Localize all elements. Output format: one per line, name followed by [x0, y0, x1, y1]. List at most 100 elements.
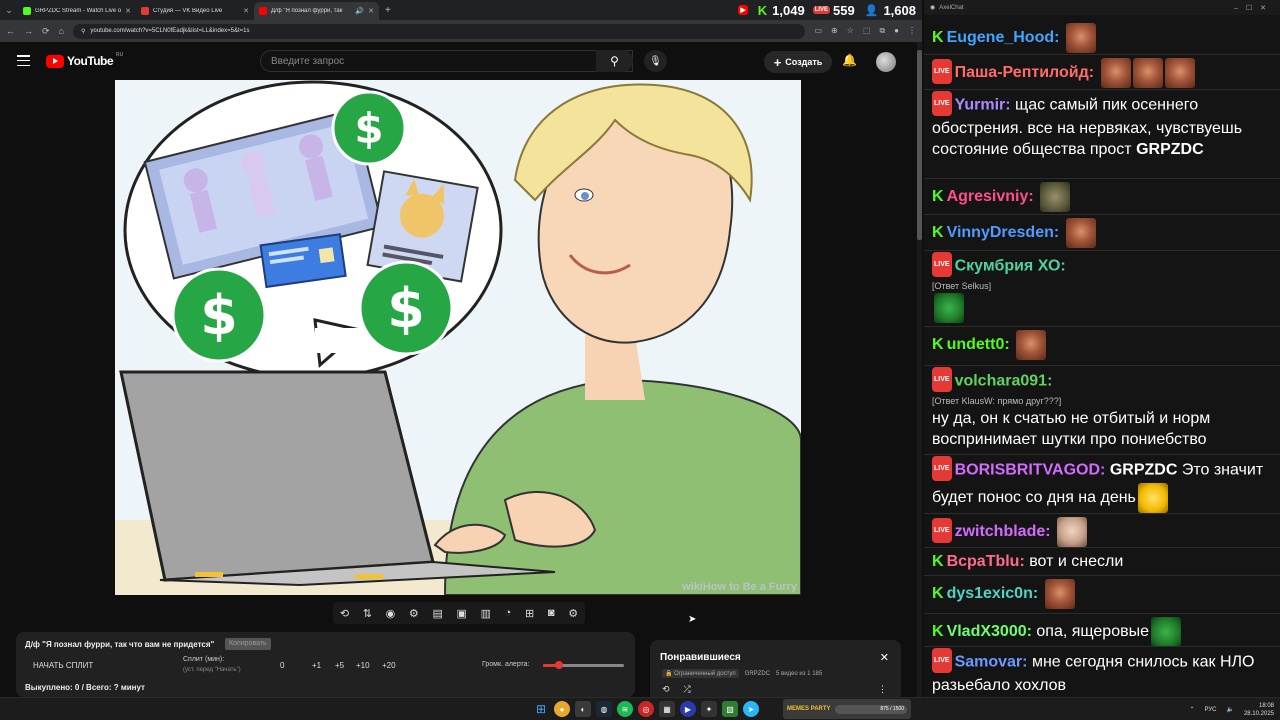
close-icon[interactable]: ✕: [880, 651, 889, 664]
alert-volume-knob[interactable]: [555, 661, 564, 669]
profile-icon[interactable]: ●: [894, 26, 899, 36]
close-icon[interactable]: ✕: [368, 7, 374, 15]
menu-icon[interactable]: ⋮: [908, 26, 916, 36]
youtube-icon: ▶: [738, 5, 748, 15]
zoom-icon[interactable]: ⊕: [831, 26, 838, 36]
tab-bar: ⌄ GRPZDC Stream - Watch Live o ✕ Студия …: [0, 0, 922, 20]
search-input[interactable]: Введите запрос: [260, 50, 633, 72]
memes-party-widget[interactable]: MEMES PARTY 875 / 1500: [783, 699, 911, 719]
scrollbar-thumb[interactable]: [917, 50, 922, 240]
sort-icon[interactable]: ⇅: [363, 607, 372, 620]
memes-party-progress: 875 / 1500: [834, 704, 907, 714]
chat-message: LIVE Паша-Рептилойд:: [932, 58, 1277, 88]
window-controls[interactable]: –☐✕: [1234, 4, 1274, 12]
chat-username[interactable]: zwitchblade:: [955, 523, 1051, 540]
split-step-10-button[interactable]: +10: [356, 661, 370, 670]
chat-username[interactable]: volchara091:: [955, 373, 1053, 390]
face-emote-icon: [1065, 218, 1096, 248]
chat-username[interactable]: undett0:: [947, 336, 1010, 353]
tab-youtube[interactable]: Д/ф "Я познал фурри, так 🔊 ✕: [254, 2, 379, 20]
chat-username[interactable]: VladX3000:: [947, 623, 1032, 640]
tab-list-icon[interactable]: ⌄: [0, 0, 18, 20]
clock[interactable]: 18:08 28.10.2025: [1244, 702, 1274, 718]
start-menu-icon[interactable]: ⊞: [533, 701, 549, 717]
volume-icon[interactable]: 🔈: [1226, 706, 1233, 713]
youtube-logo[interactable]: YouTube RU: [46, 52, 123, 68]
picture-in-picture-icon[interactable]: ▣: [457, 607, 467, 620]
chat-divider: [924, 454, 1280, 455]
forward-icon[interactable]: →: [24, 26, 33, 36]
alert-volume-slider[interactable]: [543, 661, 624, 669]
start-split-button[interactable]: НАЧАТЬ СПЛИТ: [33, 661, 93, 670]
speed-icon[interactable]: ◔: [505, 607, 512, 619]
tab-vk[interactable]: Студия — VK Видео Live ✕: [136, 2, 254, 20]
chat-message: LIVE zwitchblade:: [932, 517, 1277, 547]
split-step-5-button[interactable]: +5: [335, 661, 344, 670]
playlist-channel[interactable]: GRPZDC: [745, 671, 770, 677]
split-step-20-button[interactable]: +20: [382, 661, 396, 670]
liked-playlist-panel: Понравившиеся ✕ 🔒 Ограниченный доступ GR…: [650, 640, 901, 697]
split-step-1-button[interactable]: +1: [312, 661, 321, 670]
clapper-icon[interactable]: ▤: [432, 607, 442, 620]
tray-overflow-icon[interactable]: ⌃: [1189, 706, 1194, 713]
split-minutes-value[interactable]: 0: [280, 661, 284, 670]
loop-icon[interactable]: ⟲: [662, 684, 670, 695]
voice-search-button[interactable]: 🎙: [644, 50, 667, 72]
obs-icon[interactable]: ◎: [638, 701, 654, 717]
tab-kick[interactable]: GRPZDC Stream - Watch Live o ✕: [18, 2, 136, 20]
create-button[interactable]: + Создать: [764, 51, 832, 73]
face-emote-icon: [1016, 330, 1047, 360]
app-icon[interactable]: ▧: [722, 701, 738, 717]
back-icon[interactable]: ←: [6, 26, 15, 36]
cast-icon[interactable]: ▭: [814, 26, 822, 36]
copy-button[interactable]: Копировать: [225, 638, 271, 650]
page-scrollbar[interactable]: [917, 42, 922, 697]
home-icon[interactable]: ⌂: [59, 26, 64, 36]
chrome-icon[interactable]: ●: [554, 701, 570, 717]
bookmark-icon[interactable]: ☆: [847, 26, 854, 36]
new-tab-button[interactable]: +: [385, 5, 391, 16]
extensions-icon[interactable]: ⧉: [879, 26, 885, 36]
chat-username[interactable]: Eugene_Hood:: [947, 29, 1060, 46]
notifications-bell-icon[interactable]: 🔔: [842, 53, 857, 67]
telegram-icon[interactable]: ➤: [743, 701, 759, 717]
gear-icon[interactable]: ⚙: [568, 607, 578, 620]
site-info-icon[interactable]: ⚲: [81, 28, 85, 35]
more-icon[interactable]: ⋮: [878, 684, 887, 695]
chat-username[interactable]: Паша-Рептилойд:: [955, 64, 1095, 81]
close-icon[interactable]: ✕: [125, 7, 131, 15]
chat-username[interactable]: Скумбрия ХО:: [955, 258, 1066, 275]
screenshot-icon[interactable]: ◙: [548, 607, 555, 619]
settings-video-icon[interactable]: ⚙: [409, 607, 419, 620]
reload-icon[interactable]: ⟳: [42, 26, 50, 37]
account-avatar[interactable]: [876, 52, 896, 72]
chat-username[interactable]: dys1exic0n:: [947, 585, 1039, 602]
extension-icon[interactable]: ⬚: [863, 26, 871, 36]
add-icon[interactable]: ⊞: [525, 607, 534, 620]
chat-username[interactable]: BORISBRITVAGOD:: [955, 462, 1106, 479]
chat-username[interactable]: Samovar:: [955, 654, 1028, 671]
language-indicator[interactable]: РУС: [1204, 707, 1216, 713]
address-bar[interactable]: ⚲ youtube.com/watch?v=5CLN0fEadjk&list=L…: [72, 23, 806, 39]
loop-icon[interactable]: ⟲: [340, 607, 349, 620]
close-icon[interactable]: ✕: [243, 7, 249, 15]
plus-icon: +: [773, 54, 782, 70]
audio-wave-icon[interactable]: ◉: [386, 607, 396, 620]
video-player[interactable]: $ $ $ wikiHow to Be a Furry: [115, 80, 801, 595]
chat-username[interactable]: BcpaTblu:: [947, 553, 1025, 570]
audio-icon[interactable]: 🔊: [355, 7, 364, 15]
chat-divider: [924, 547, 1280, 548]
film-icon[interactable]: ▥: [481, 607, 491, 620]
steam-icon[interactable]: ◍: [596, 701, 612, 717]
spotify-icon[interactable]: ≋: [617, 701, 633, 717]
media-icon[interactable]: ▦: [659, 701, 675, 717]
chat-username[interactable]: VinnyDresden:: [947, 224, 1060, 241]
tool-icon[interactable]: ✦: [701, 701, 717, 717]
player-icon[interactable]: ▶: [680, 701, 696, 717]
search-button[interactable]: ⚲: [596, 50, 633, 72]
hamburger-menu-icon[interactable]: [17, 55, 30, 66]
chat-username[interactable]: Yurmir:: [955, 97, 1011, 114]
discord-icon[interactable]: ◐: [575, 701, 591, 717]
chat-username[interactable]: Agresivniy:: [947, 188, 1034, 205]
shuffle-icon[interactable]: ⤮: [684, 684, 691, 695]
